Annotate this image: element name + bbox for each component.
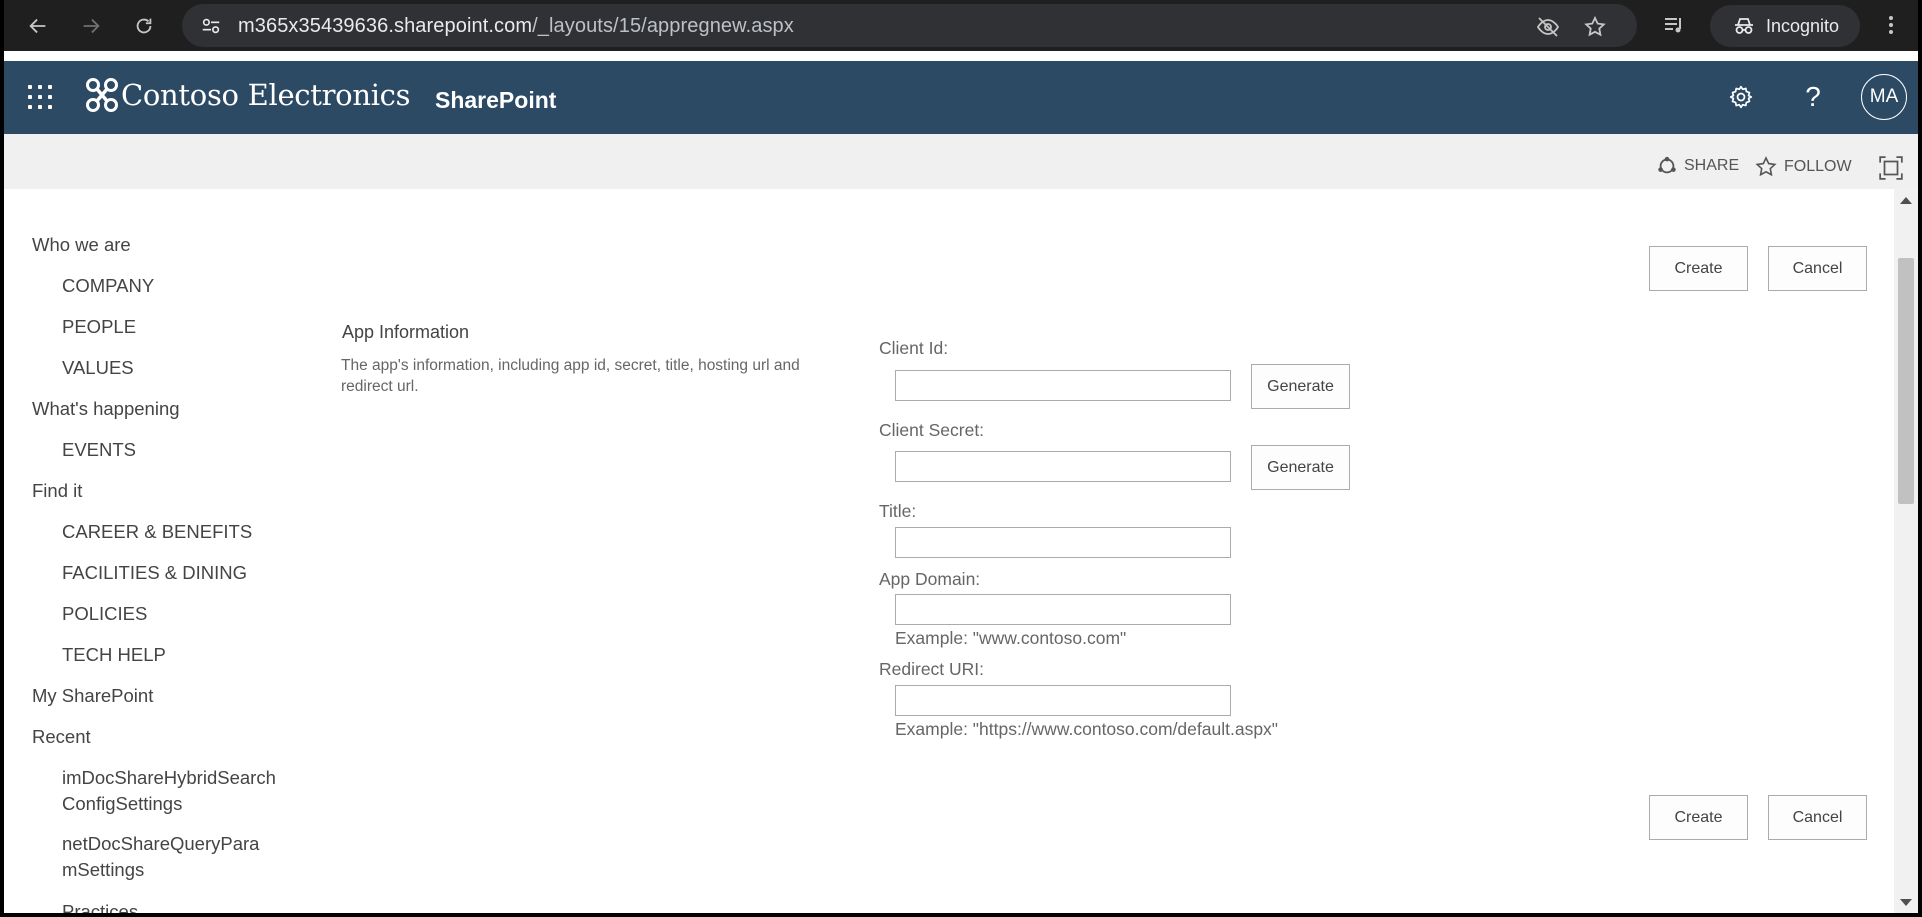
share-button[interactable]: SHARE: [1656, 155, 1739, 177]
section-description: The app's information, including app id,…: [341, 357, 800, 395]
ribbon-bar: SHARE FOLLOW: [4, 134, 1918, 189]
redirect-uri-input[interactable]: [895, 685, 1231, 716]
section-title: App Information: [342, 322, 470, 342]
follow-button[interactable]: FOLLOW: [1754, 155, 1852, 179]
generate-client-secret-button[interactable]: Generate: [1251, 445, 1350, 490]
redirect-uri-example: Example: "https://www.contoso.com/defaul…: [895, 719, 1279, 739]
scroll-up-arrow[interactable]: [1900, 197, 1912, 204]
nav-facilities-dining[interactable]: FACILITIES & DINING: [62, 562, 247, 584]
nav-policies[interactable]: POLICIES: [62, 603, 147, 625]
scroll-thumb[interactable]: [1898, 258, 1914, 504]
settings-gear-icon[interactable]: [1725, 81, 1757, 113]
share-icon: [1658, 156, 1676, 174]
url-text[interactable]: m365x35439636.sharepoint.com/_layouts/15…: [238, 15, 794, 38]
nav-recent-item[interactable]: Practices: [62, 901, 138, 913]
nav-events[interactable]: EVENTS: [62, 439, 136, 461]
nav-whats-happening[interactable]: What's happening: [32, 398, 180, 420]
avatar[interactable]: MA: [1861, 74, 1907, 120]
nav-find-it[interactable]: Find it: [32, 480, 82, 502]
app-domain-input[interactable]: [895, 594, 1231, 625]
app-domain-example: Example: "www.contoso.com": [895, 628, 1127, 648]
star-icon[interactable]: [1583, 15, 1607, 39]
app-launcher-icon[interactable]: [26, 83, 54, 111]
create-button[interactable]: Create: [1649, 246, 1748, 291]
nav-recent-item[interactable]: imDocShareHybridSearchConfigSettings: [62, 765, 282, 817]
title-label: Title:: [879, 501, 917, 521]
star-outline-icon: [1755, 156, 1777, 177]
reload-icon[interactable]: [128, 10, 160, 42]
scroll-down-arrow[interactable]: [1900, 899, 1912, 906]
nav-my-sharepoint[interactable]: My SharePoint: [32, 685, 153, 707]
nav-recent[interactable]: Recent: [32, 726, 91, 748]
help-icon[interactable]: ?: [1797, 81, 1829, 113]
incognito-label: Incognito: [1766, 15, 1840, 36]
client-id-label: Client Id:: [879, 338, 949, 358]
address-bar[interactable]: m365x35439636.sharepoint.com/_layouts/15…: [182, 4, 1637, 47]
url-host: m365x35439636.sharepoint.com: [238, 15, 533, 37]
back-icon[interactable]: [22, 10, 54, 42]
focus-mode-icon[interactable]: [1878, 155, 1904, 181]
contoso-logo-icon: [86, 78, 118, 112]
app-domain-label: App Domain:: [879, 569, 981, 589]
incognito-icon: [1735, 18, 1753, 34]
client-secret-input[interactable]: [895, 451, 1231, 482]
eye-off-icon[interactable]: [1536, 15, 1560, 39]
browser-toolbar: m365x35439636.sharepoint.com/_layouts/15…: [4, 0, 1918, 51]
nav-who-we-are[interactable]: Who we are: [32, 234, 131, 256]
url-path: /_layouts/15/appregnew.aspx: [532, 15, 794, 37]
brand-name: Contoso Electronics: [121, 78, 411, 112]
browser-window: m365x35439636.sharepoint.com/_layouts/15…: [4, 0, 1918, 913]
site-info-icon[interactable]: [200, 15, 222, 37]
nav-career-benefits[interactable]: CAREER & BENEFITS: [62, 521, 252, 543]
client-secret-label: Client Secret:: [879, 420, 985, 440]
redirect-uri-label: Redirect URI:: [879, 659, 985, 679]
follow-label: FOLLOW: [1784, 158, 1852, 175]
nav-values[interactable]: VALUES: [62, 357, 134, 379]
incognito-badge[interactable]: Incognito: [1710, 5, 1860, 47]
nav-people[interactable]: PEOPLE: [62, 316, 136, 338]
generate-client-id-button[interactable]: Generate: [1251, 364, 1350, 409]
nav-company[interactable]: COMPANY: [62, 275, 154, 297]
nav-recent-item[interactable]: netDocShareQueryParamSettings: [62, 831, 272, 883]
app-title[interactable]: SharePoint: [435, 87, 556, 114]
cancel-button-bottom[interactable]: Cancel: [1768, 795, 1867, 840]
forward-icon[interactable]: [75, 10, 107, 42]
more-icon[interactable]: [1877, 10, 1905, 40]
title-input[interactable]: [895, 527, 1231, 558]
media-icon[interactable]: [1660, 10, 1688, 40]
create-button-bottom[interactable]: Create: [1649, 795, 1748, 840]
share-label: SHARE: [1684, 157, 1740, 174]
nav-tech-help[interactable]: TECH HELP: [62, 644, 166, 666]
cancel-button[interactable]: Cancel: [1768, 246, 1867, 291]
suite-bar: Contoso Electronics SharePoint ? MA: [4, 61, 1918, 134]
client-id-input[interactable]: [895, 370, 1231, 401]
brand-logo[interactable]: Contoso Electronics: [85, 77, 411, 113]
